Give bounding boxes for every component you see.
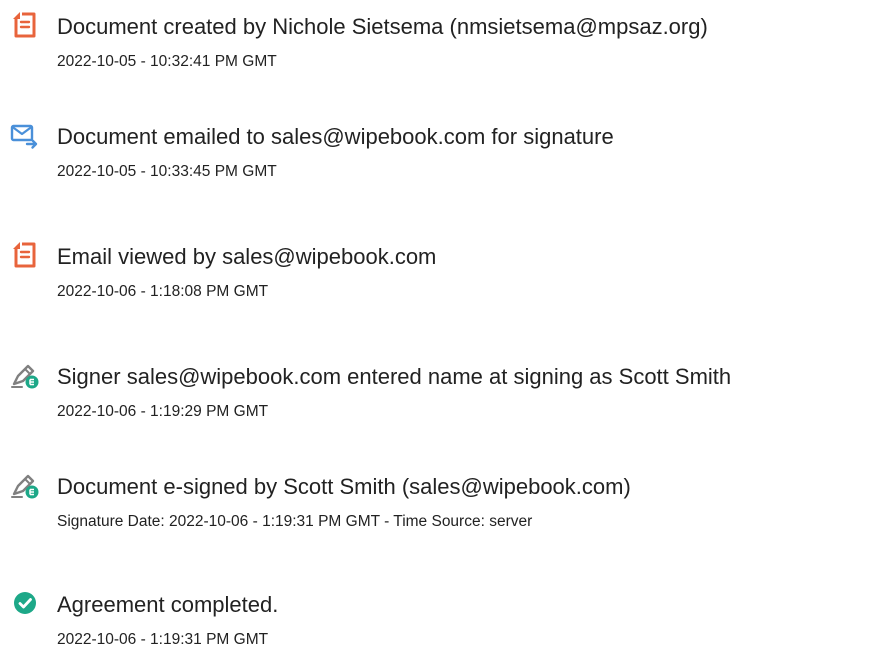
event-timestamp: 2022-10-05 - 10:33:45 PM GMT [57, 163, 277, 180]
audit-event-name-entered: Signer sales@wipebook.com entered name a… [0, 350, 874, 450]
completed-check-icon [10, 588, 40, 618]
document-created-icon [10, 10, 40, 40]
audit-event-email-viewed: Email viewed by sales@wipebook.com 2022-… [0, 230, 874, 330]
event-title: Document emailed to sales@wipebook.com f… [57, 124, 614, 149]
e-signed-pen-icon [10, 470, 40, 500]
event-timestamp: 2022-10-06 - 1:19:31 PM GMT [57, 631, 269, 648]
audit-event-document-emailed: Document emailed to sales@wipebook.com f… [0, 110, 874, 210]
event-title: Agreement completed. [57, 592, 279, 617]
email-sent-icon [10, 120, 40, 150]
event-title: Document e-signed by Scott Smith (sales@… [57, 474, 631, 499]
audit-event-document-created: Document created by Nichole Sietsema (nm… [0, 0, 874, 100]
signer-pen-icon [10, 360, 40, 390]
event-timestamp: 2022-10-06 - 1:19:29 PM GMT [57, 403, 269, 420]
event-timestamp: 2022-10-06 - 1:18:08 PM GMT [57, 283, 269, 300]
event-title: Email viewed by sales@wipebook.com [57, 244, 437, 269]
audit-event-e-signed: Document e-signed by Scott Smith (sales@… [0, 460, 874, 560]
event-title: Signer sales@wipebook.com entered name a… [57, 364, 732, 389]
event-timestamp: Signature Date: 2022-10-06 - 1:19:31 PM … [57, 513, 533, 530]
document-viewed-icon [10, 240, 40, 270]
audit-event-agreement-completed: Agreement completed. 2022-10-06 - 1:19:3… [0, 578, 874, 650]
event-timestamp: 2022-10-05 - 10:32:41 PM GMT [57, 53, 277, 70]
event-title: Document created by Nichole Sietsema (nm… [57, 14, 708, 39]
